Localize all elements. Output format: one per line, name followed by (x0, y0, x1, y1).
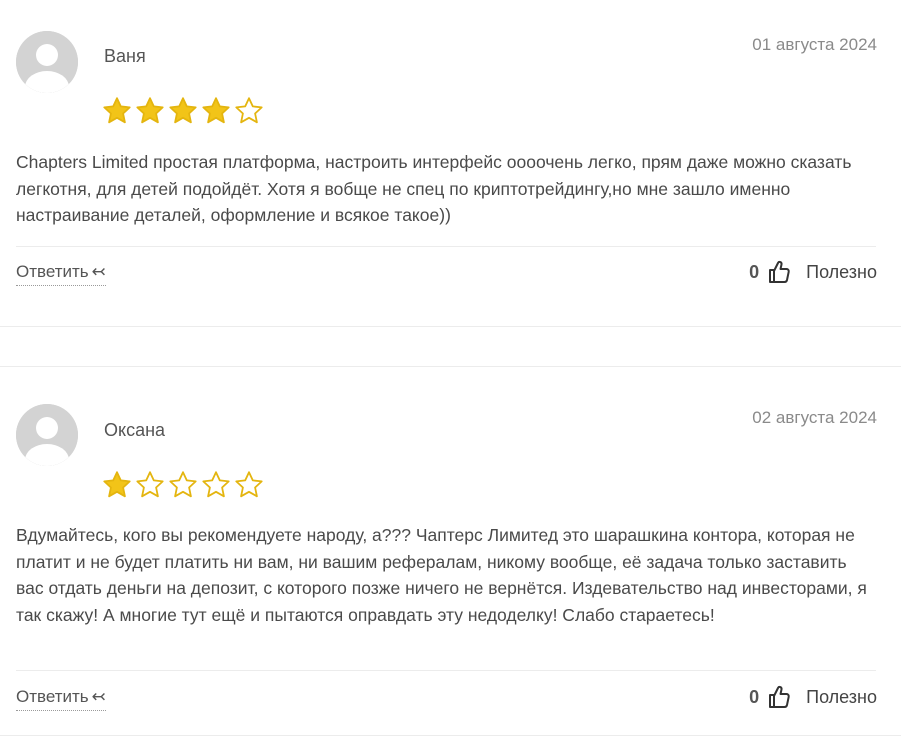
rating-stars (102, 96, 264, 125)
star-filled-icon (169, 97, 197, 124)
star-filled-icon (103, 471, 131, 498)
avatar (16, 404, 78, 466)
review-author: Оксана (104, 420, 166, 440)
divider (16, 246, 876, 247)
reply-label: Ответить (16, 262, 89, 281)
review-date: 02 августа 2024 (752, 408, 877, 427)
reply-label: Ответить (16, 687, 89, 706)
star-empty-icon (235, 471, 263, 498)
avatar (16, 31, 78, 93)
star-empty-icon (136, 471, 164, 498)
helpful-button[interactable]: Полезно (806, 262, 877, 283)
review-card: Оксана 02 августа 2024 Вдумайтесь, кого … (0, 366, 901, 736)
helpful-count: 0 (749, 686, 760, 707)
review-text: Chapters Limited простая платформа, наст… (16, 152, 852, 225)
star-filled-icon (136, 97, 164, 124)
helpful-section: 0 Полезно (749, 685, 877, 709)
review-card: Ваня 01 августа 2024 Chapters Limited пр… (0, 0, 901, 327)
thumbs-up-icon[interactable] (768, 260, 790, 284)
review-text: Вдумайтесь, кого вы рекомендуете народу,… (16, 525, 867, 625)
review-author: Ваня (104, 46, 146, 66)
star-filled-icon (103, 97, 131, 124)
user-silhouette-icon (16, 404, 78, 466)
helpful-button[interactable]: Полезно (806, 687, 877, 708)
star-empty-icon (202, 471, 230, 498)
reply-arrow-icon: ↢ (91, 262, 106, 281)
user-silhouette-icon (16, 31, 78, 93)
divider (16, 670, 876, 671)
thumbs-up-icon[interactable] (768, 685, 790, 709)
star-empty-icon (169, 471, 197, 498)
helpful-section: 0 Полезно (749, 260, 877, 284)
reply-arrow-icon: ↢ (91, 687, 106, 706)
review-date: 01 августа 2024 (752, 35, 877, 54)
star-filled-icon (202, 97, 230, 124)
star-empty-icon (235, 97, 263, 124)
reply-link[interactable]: Ответить ↢ (16, 687, 106, 711)
rating-stars (102, 470, 264, 499)
helpful-count: 0 (749, 261, 760, 282)
reply-link[interactable]: Ответить ↢ (16, 262, 106, 286)
